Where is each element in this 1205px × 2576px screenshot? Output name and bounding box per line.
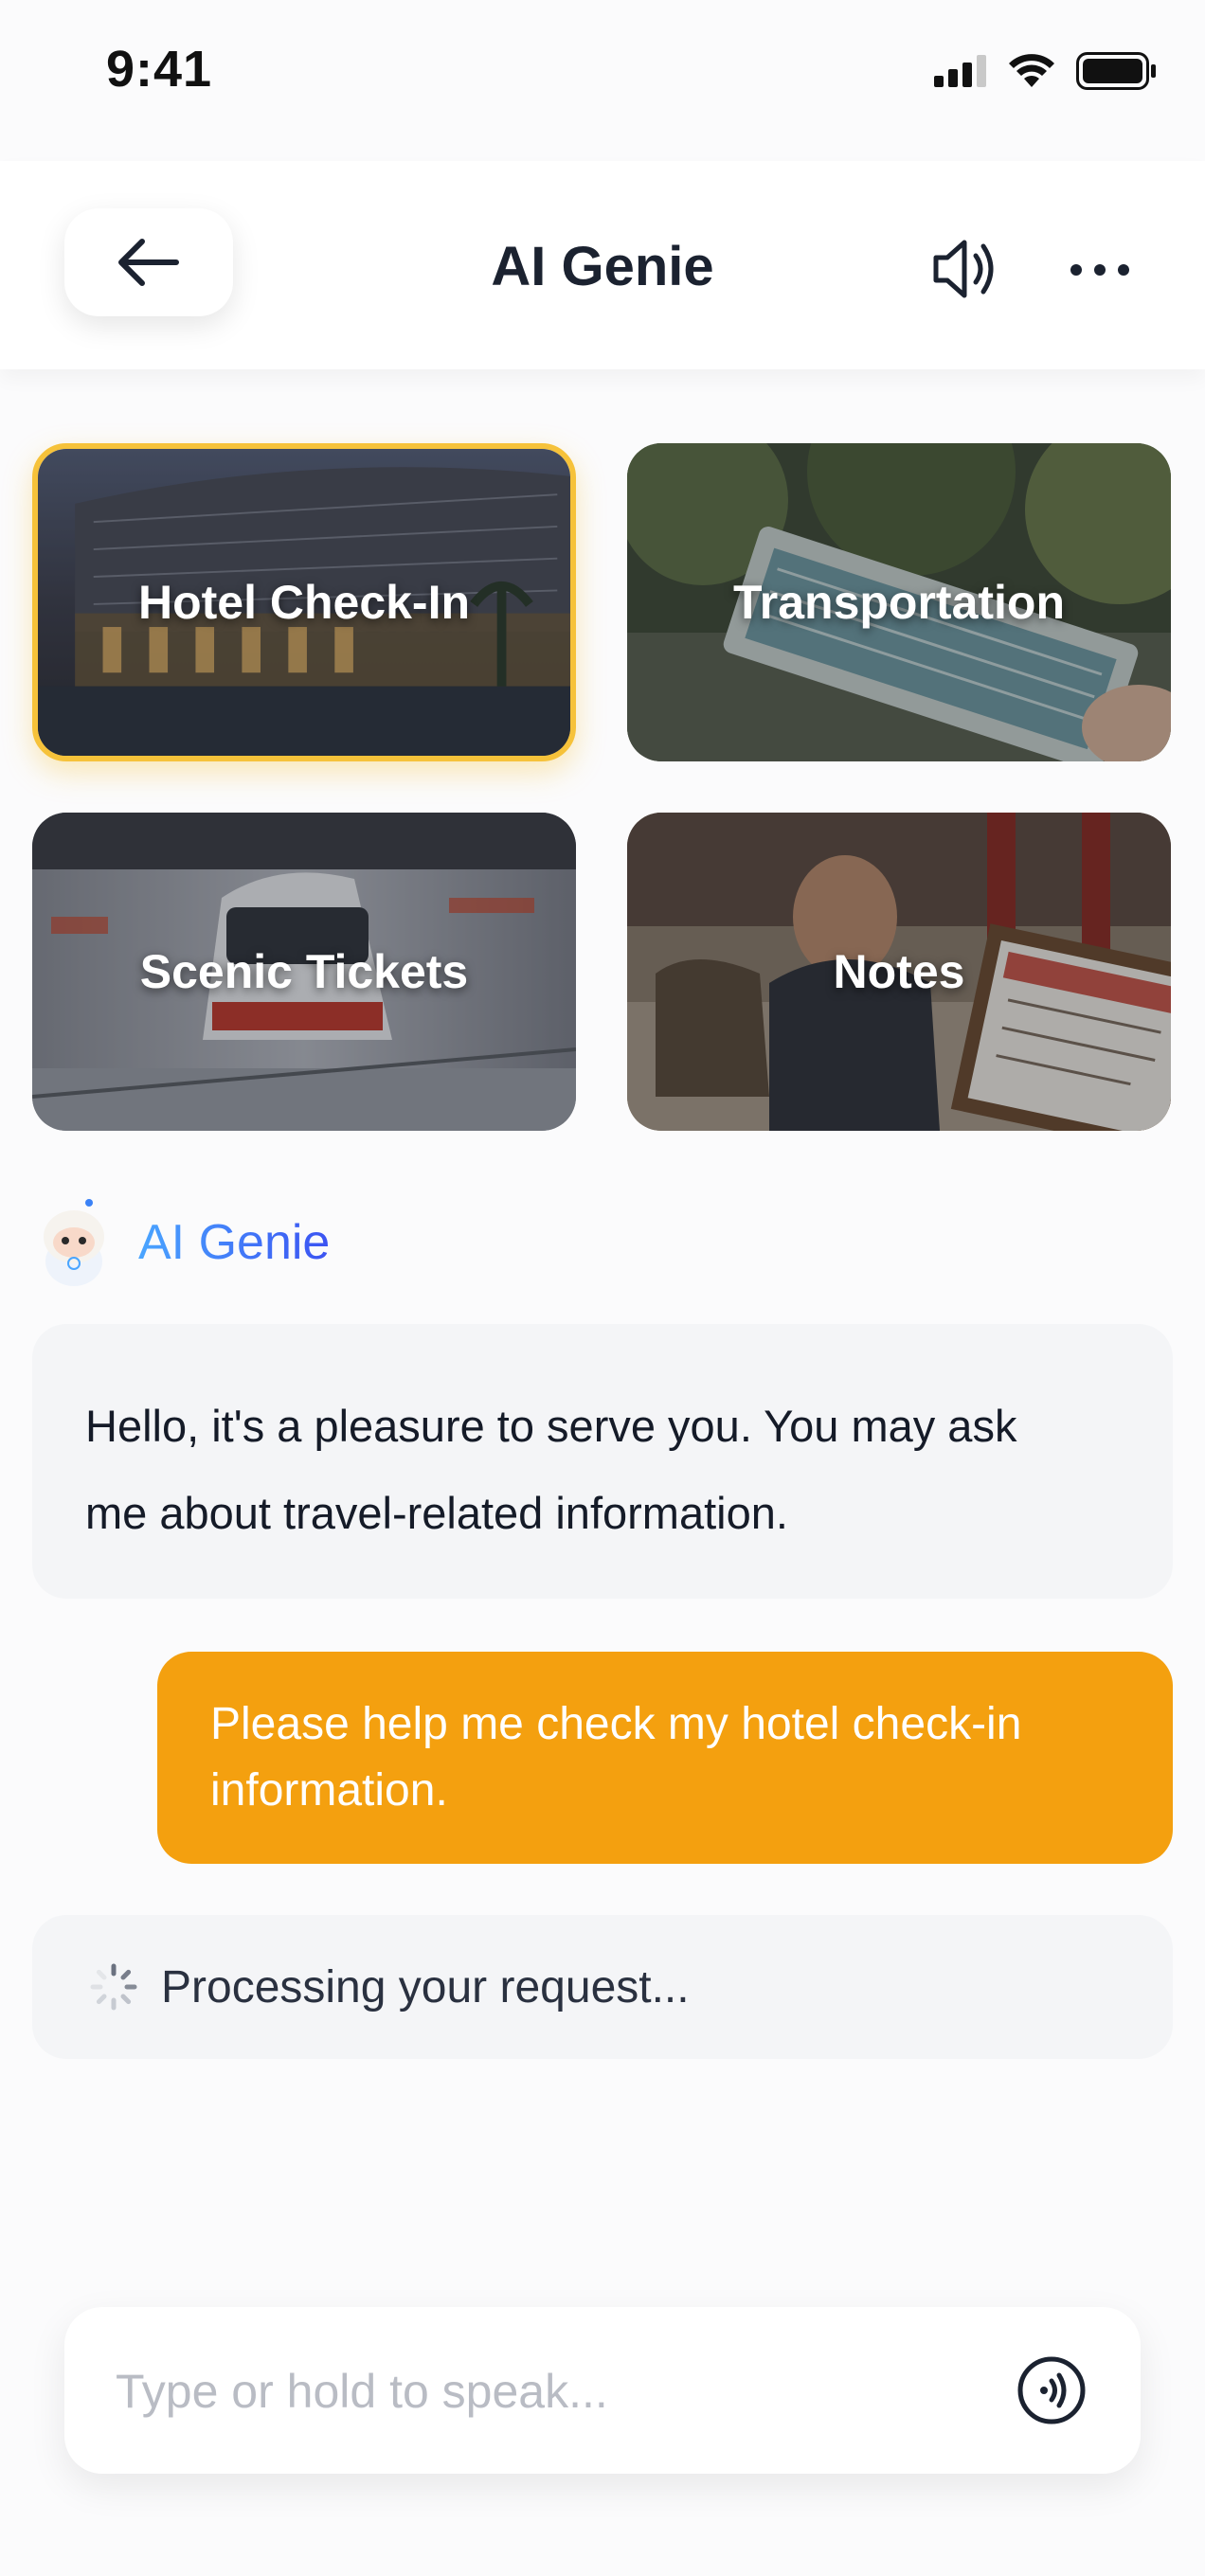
tile-transportation[interactable]: Transportation [627,443,1171,761]
voice-icon [1017,2356,1086,2424]
ai-message-bubble: Hello, it's a pleasure to serve you. You… [32,1324,1173,1599]
speaker-icon [933,240,994,298]
agent-header: AI Genie [36,1195,330,1290]
tile-label: Transportation [732,576,1066,629]
genie-avatar-icon [44,1199,104,1286]
tile-label: Notes [833,945,965,998]
processing-bubble: Processing your request... [32,1915,1173,2059]
message-input[interactable] [114,2349,970,2434]
tile-label: Hotel Check-In [137,576,471,629]
tile-scenic-tickets[interactable]: Scenic Tickets [32,813,576,1131]
ai-message-line: Hello, it's a pleasure to serve you. You… [85,1401,1017,1451]
wifi-icon [1009,54,1054,87]
voice-button[interactable] [1016,2354,1088,2426]
message-input-bar [64,2307,1141,2474]
tile-hotel-check-in[interactable]: Hotel Check-In [32,443,576,761]
status-time: 9:41 [106,41,213,98]
status-icons [934,47,1158,95]
status-bar: 9:41 [0,0,1205,142]
tile-label: Scenic Tickets [139,945,469,998]
agent-name: AI Genie [138,1215,331,1270]
spinner-icon [90,1963,137,2011]
ai-message-line: me about travel-related information. [85,1488,788,1538]
more-options-button[interactable] [1065,246,1135,294]
user-message-line: Please help me check my hotel check-in [210,1699,1022,1749]
battery-icon [1076,52,1156,90]
speaker-button[interactable] [926,231,1002,307]
processing-text: Processing your request... [161,1961,690,2012]
more-icon [1070,264,1129,276]
tile-notes[interactable]: Notes [627,813,1171,1131]
signal-icon [934,55,986,87]
user-message-bubble: Please help me check my hotel check-in i… [157,1652,1173,1864]
page-title: AI Genie [491,236,714,297]
user-message-line: information. [210,1765,448,1816]
app-header: AI Genie [0,161,1205,369]
